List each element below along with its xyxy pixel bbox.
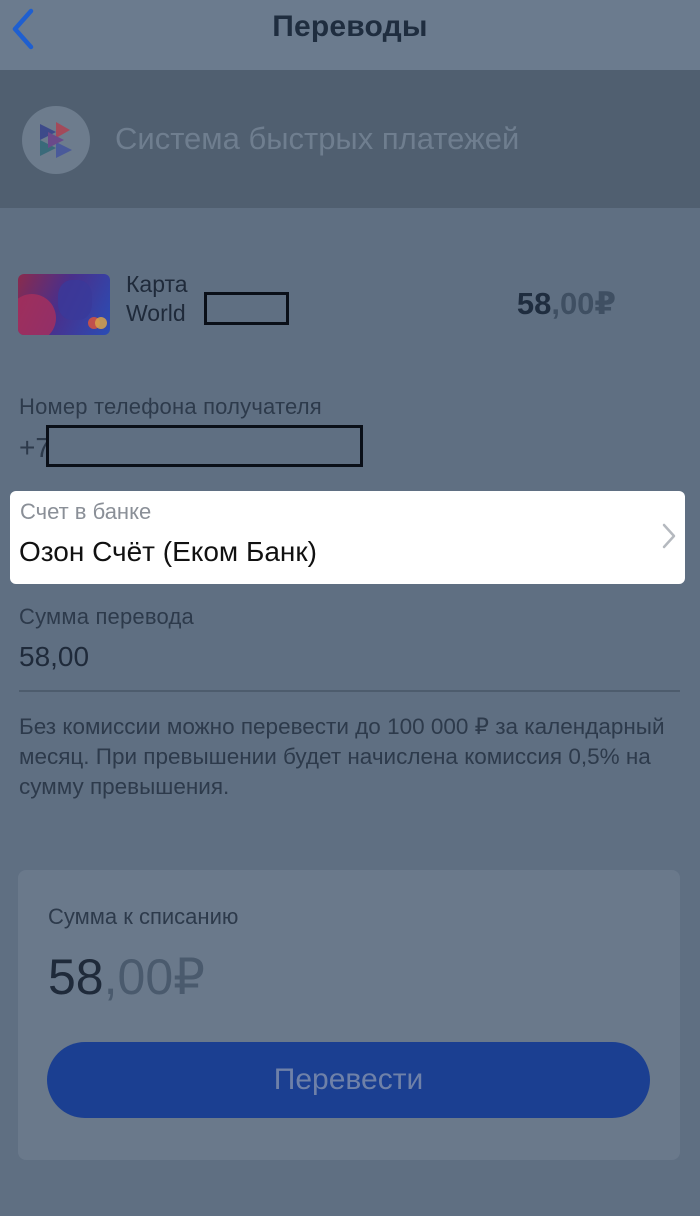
card-name[interactable]: Карта World	[126, 270, 188, 328]
amount-input[interactable]: 58,00	[19, 641, 89, 673]
commission-hint: Без комиссии можно перевести до 100 000 …	[19, 714, 665, 799]
amount-field-divider	[19, 690, 680, 692]
page-title: Переводы	[272, 10, 428, 43]
masked-phone-number[interactable]	[46, 425, 363, 467]
card-balance: 58,00₽	[516, 286, 616, 321]
nav-bar: Переводы	[0, 0, 700, 70]
masked-card-number	[204, 292, 289, 325]
sbp-label: Система быстрых платежей	[115, 121, 520, 156]
transfer-button[interactable]: Перевести	[47, 1042, 650, 1118]
bank-account-label: Счет в банке	[20, 499, 152, 524]
bank-account-selector[interactable]: Счет в банке Озон Счёт (Еком Банк)	[10, 491, 685, 584]
amount-field-label: Сумма перевода	[19, 604, 194, 629]
debit-amount-value: 58,00₽	[48, 949, 205, 1005]
debit-amount-label: Сумма к списанию	[48, 904, 239, 929]
card-type: Карта	[126, 271, 188, 297]
phone-field-label: Номер телефона получателя	[19, 394, 322, 419]
chevron-right-icon	[662, 523, 676, 549]
sbp-logo-icon	[22, 106, 90, 174]
summary-panel: Сумма к списанию 58,00₽ Перевести	[18, 870, 680, 1160]
sbp-banner[interactable]: Система быстрых платежей	[0, 70, 700, 208]
card-product: World	[126, 300, 186, 326]
bank-account-value: Озон Счёт (Еком Банк)	[19, 536, 317, 567]
card-image	[18, 274, 110, 335]
